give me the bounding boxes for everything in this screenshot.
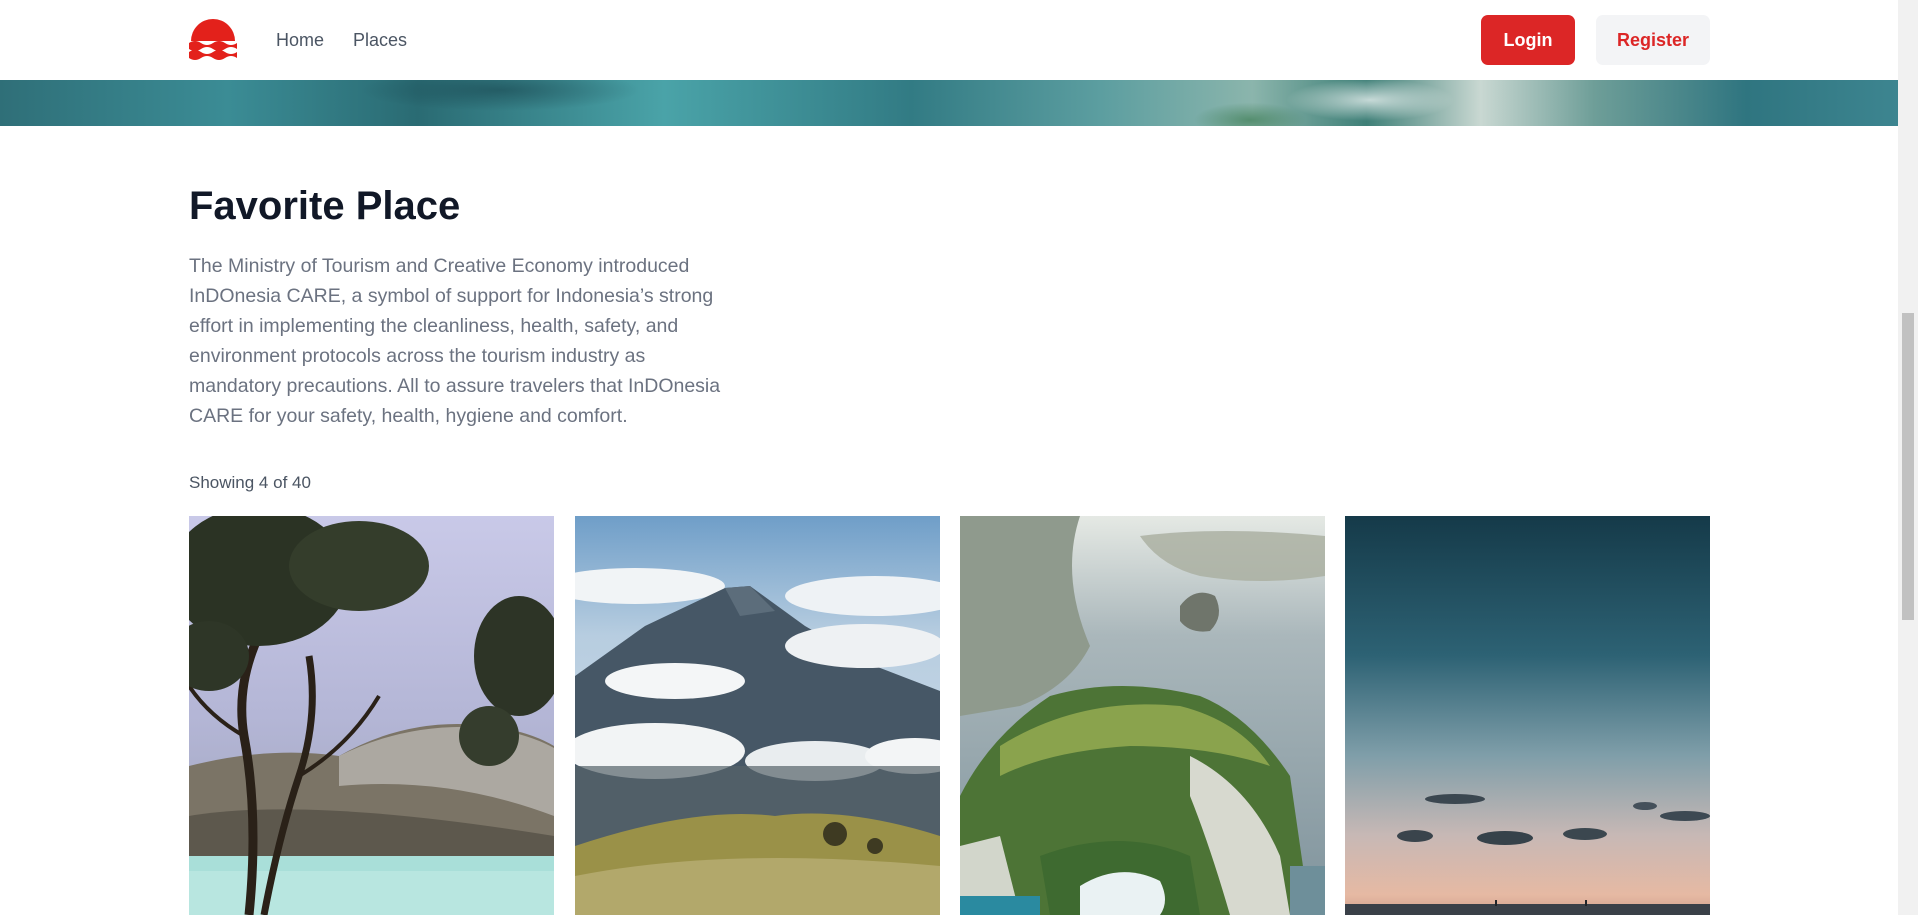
place-image	[189, 516, 554, 915]
login-button[interactable]: Login	[1481, 15, 1575, 65]
section-title: Favorite Place	[189, 184, 461, 228]
nav-link-places[interactable]: Places	[353, 30, 407, 51]
place-image	[1345, 516, 1710, 915]
nav-link-home[interactable]: Home	[276, 30, 324, 51]
register-button[interactable]: Register	[1596, 15, 1710, 65]
place-card[interactable]	[960, 516, 1325, 915]
place-card[interactable]	[189, 516, 554, 915]
section-description: The Ministry of Tourism and Creative Eco…	[189, 255, 721, 427]
waves-sun-logo-icon[interactable]	[189, 19, 237, 61]
place-card[interactable]	[1345, 516, 1710, 915]
place-card[interactable]	[575, 516, 940, 915]
navbar: Home Places Login Register	[0, 0, 1898, 80]
results-count: Showing 4 of 40	[189, 473, 311, 492]
scrollbar-thumb[interactable]	[1902, 313, 1914, 620]
place-image	[960, 516, 1325, 915]
hero-image	[0, 80, 1898, 126]
place-image	[575, 516, 940, 915]
scrollbar[interactable]	[1898, 0, 1918, 915]
